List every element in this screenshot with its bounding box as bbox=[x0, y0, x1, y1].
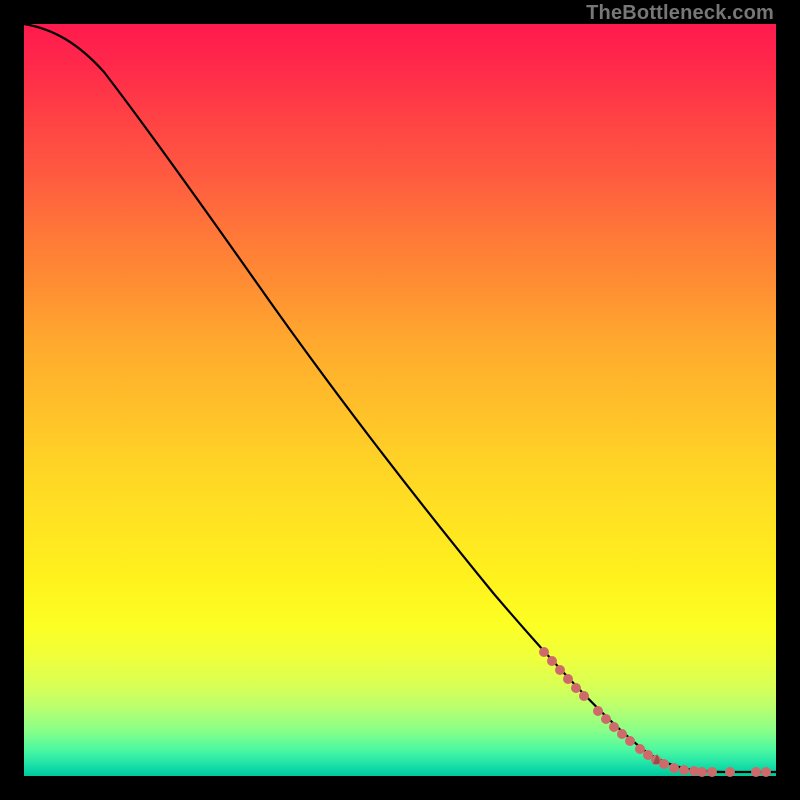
chart-frame: TheBottleneck.com bbox=[0, 0, 800, 800]
marker-dot bbox=[601, 714, 611, 724]
curve-layer bbox=[24, 24, 776, 776]
marker-dot bbox=[635, 744, 645, 754]
marker-dot bbox=[697, 767, 707, 777]
marker-group bbox=[539, 647, 771, 777]
marker-dot bbox=[751, 767, 761, 777]
marker-dot bbox=[571, 683, 581, 693]
marker-dot bbox=[707, 767, 717, 777]
marker-dot bbox=[659, 759, 669, 769]
marker-dot bbox=[609, 722, 619, 732]
marker-dot bbox=[563, 674, 573, 684]
marker-dot bbox=[669, 763, 679, 773]
marker-dot bbox=[617, 729, 627, 739]
marker-dot bbox=[547, 656, 557, 666]
marker-dot bbox=[725, 767, 735, 777]
marker-dot bbox=[593, 706, 603, 716]
plot-area bbox=[24, 24, 776, 776]
marker-dot bbox=[555, 665, 565, 675]
marker-dot bbox=[579, 691, 589, 701]
marker-dot bbox=[679, 765, 689, 775]
marker-dot bbox=[761, 767, 771, 777]
marker-dot bbox=[539, 647, 549, 657]
main-curve bbox=[24, 24, 776, 772]
watermark-text: TheBottleneck.com bbox=[586, 2, 774, 25]
marker-dot bbox=[625, 736, 635, 746]
